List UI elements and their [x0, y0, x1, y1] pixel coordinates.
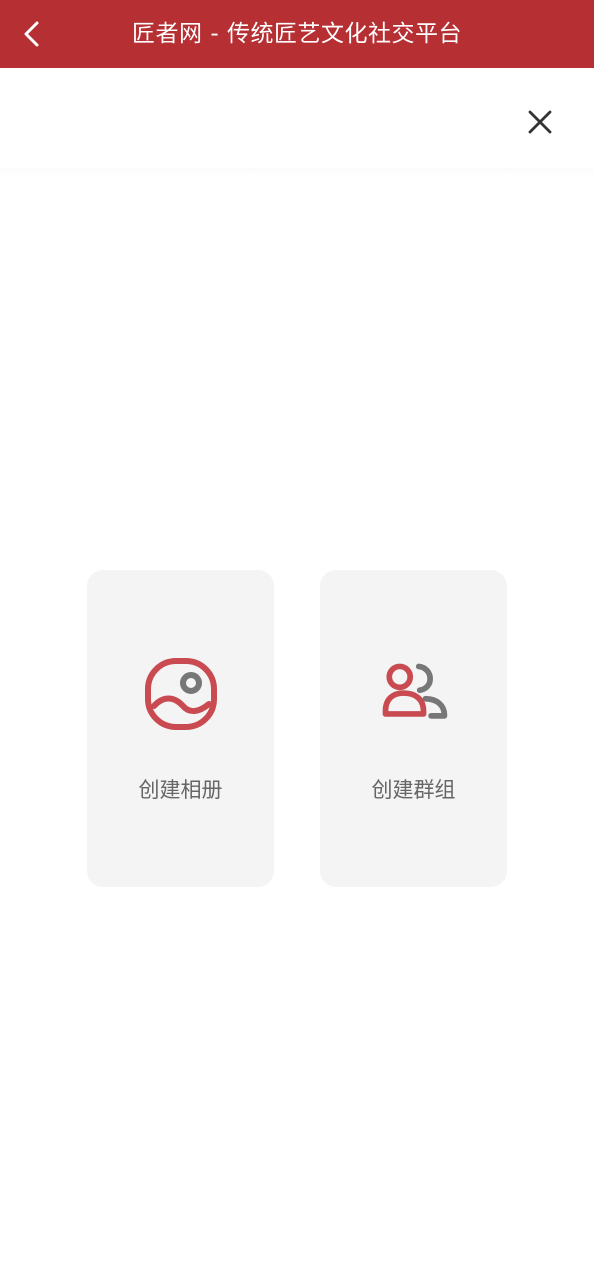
close-button[interactable] [518, 100, 562, 144]
header-divider [0, 168, 594, 176]
album-icon-wrap [143, 656, 219, 732]
group-icon-wrap [376, 656, 452, 732]
create-album-label: 创建相册 [138, 778, 223, 802]
album-icon [144, 658, 217, 730]
create-group-card[interactable]: 创建群组 [320, 570, 507, 887]
app-header: 匠者网 - 传统匠艺文化社交平台 [0, 0, 594, 68]
group-icon [382, 663, 447, 719]
create-group-label: 创建群组 [371, 778, 456, 802]
page-title: 匠者网 - 传统匠艺文化社交平台 [132, 21, 462, 47]
close-icon [528, 110, 552, 134]
create-album-card[interactable]: 创建相册 [87, 570, 274, 887]
